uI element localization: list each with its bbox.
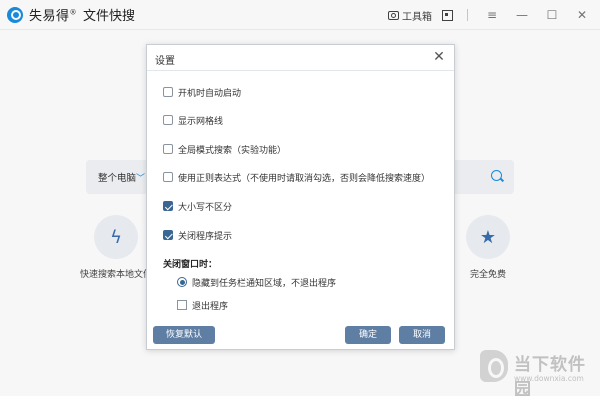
option-label: 使用正则表达式（不使用时请取消勾选，否则会降低搜索速度） xyxy=(178,173,431,184)
ok-button[interactable]: 确定 xyxy=(345,326,391,344)
option-exit-program[interactable]: 退出程序 xyxy=(177,298,228,312)
checkbox[interactable] xyxy=(163,172,173,182)
option-label: 隐藏到任务栏通知区域，不退出程序 xyxy=(192,278,337,289)
checkbox[interactable] xyxy=(163,144,173,154)
dialog-title: 设置 xyxy=(155,56,175,67)
option-case-insensitive[interactable]: 大小写不区分 xyxy=(163,199,232,213)
option-label: 全局模式搜索（实验功能） xyxy=(178,145,287,156)
cancel-button[interactable]: 取消 xyxy=(399,326,445,344)
close-section-label: 关闭窗口时： xyxy=(163,260,218,270)
option-autostart[interactable]: 开机时自动启动 xyxy=(163,85,241,99)
option-label: 关闭程序提示 xyxy=(178,231,233,242)
option-show-gridlines[interactable]: 显示网格线 xyxy=(163,113,223,127)
checkbox-checked[interactable] xyxy=(163,230,173,240)
checkbox-checked[interactable] xyxy=(163,201,173,211)
reset-button[interactable]: 恢复默认 xyxy=(153,326,215,344)
option-global-search[interactable]: 全局模式搜索（实验功能） xyxy=(163,142,286,156)
radio-selected[interactable] xyxy=(177,277,187,287)
checkbox[interactable] xyxy=(163,87,173,97)
close-icon[interactable]: ✕ xyxy=(430,48,448,66)
option-label: 显示网格线 xyxy=(178,116,224,127)
checkbox[interactable] xyxy=(163,115,173,125)
option-close-prompt[interactable]: 关闭程序提示 xyxy=(163,228,232,242)
option-label: 开机时自动启动 xyxy=(178,88,242,99)
option-label: 大小写不区分 xyxy=(178,202,233,213)
radio[interactable] xyxy=(177,300,187,310)
option-label: 退出程序 xyxy=(192,301,229,312)
settings-dialog: 设置 ✕ 开机时自动启动 显示网格线 全局模式搜索（实验功能） 使用正则表达式（… xyxy=(146,44,455,350)
option-regex[interactable]: 使用正则表达式（不使用时请取消勾选，否则会降低搜索速度） xyxy=(163,170,430,184)
dialog-header: 设置 ✕ xyxy=(147,45,454,71)
option-hide-to-tray[interactable]: 隐藏到任务栏通知区域，不退出程序 xyxy=(177,275,336,289)
